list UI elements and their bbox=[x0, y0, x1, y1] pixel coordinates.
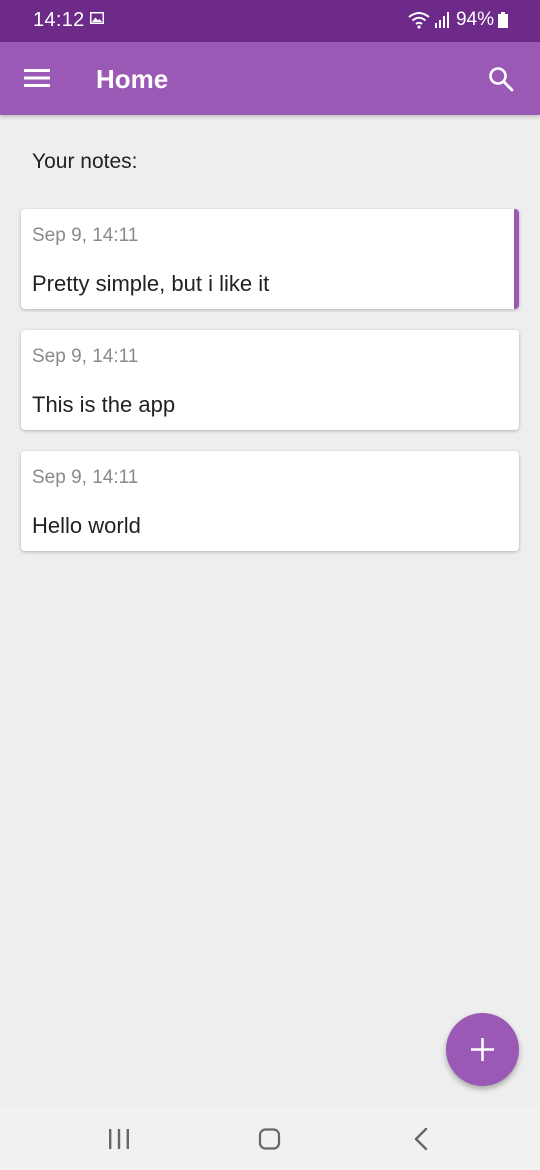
battery-icon bbox=[498, 12, 508, 28]
status-bar: 14:12 94% bbox=[0, 0, 540, 42]
note-date: Sep 9, 14:11 bbox=[32, 346, 139, 367]
back-icon[interactable] bbox=[407, 1126, 437, 1152]
plus-icon bbox=[471, 1038, 494, 1061]
note-card[interactable]: Sep 9, 14:11 This is the app bbox=[21, 330, 519, 430]
system-nav-bar bbox=[0, 1106, 540, 1170]
add-note-button[interactable] bbox=[446, 1013, 519, 1086]
note-text: Hello world bbox=[32, 513, 141, 538]
gallery-notification-icon bbox=[90, 12, 104, 24]
page-title: Home bbox=[96, 64, 169, 94]
battery-level: 94% bbox=[455, 9, 494, 30]
wifi-icon bbox=[408, 12, 430, 29]
app-bar: Home bbox=[0, 42, 540, 115]
note-card[interactable]: Sep 9, 14:11 Hello world bbox=[21, 451, 519, 551]
note-date: Sep 9, 14:11 bbox=[32, 225, 139, 246]
recents-icon[interactable] bbox=[104, 1126, 134, 1152]
note-text: This is the app bbox=[32, 392, 176, 417]
note-date: Sep 9, 14:11 bbox=[32, 467, 139, 488]
note-card[interactable]: Sep 9, 14:11 Pretty simple, but i like i… bbox=[21, 209, 519, 309]
note-text: Pretty simple, but i like it bbox=[32, 271, 270, 296]
signal-icon bbox=[434, 12, 449, 28]
status-indicators: 94% bbox=[408, 9, 508, 31]
menu-icon[interactable] bbox=[24, 68, 50, 88]
section-label: Your notes: bbox=[32, 150, 138, 173]
home-icon[interactable] bbox=[255, 1126, 285, 1152]
status-time: 14:12 bbox=[33, 9, 85, 31]
search-icon[interactable] bbox=[488, 66, 514, 92]
